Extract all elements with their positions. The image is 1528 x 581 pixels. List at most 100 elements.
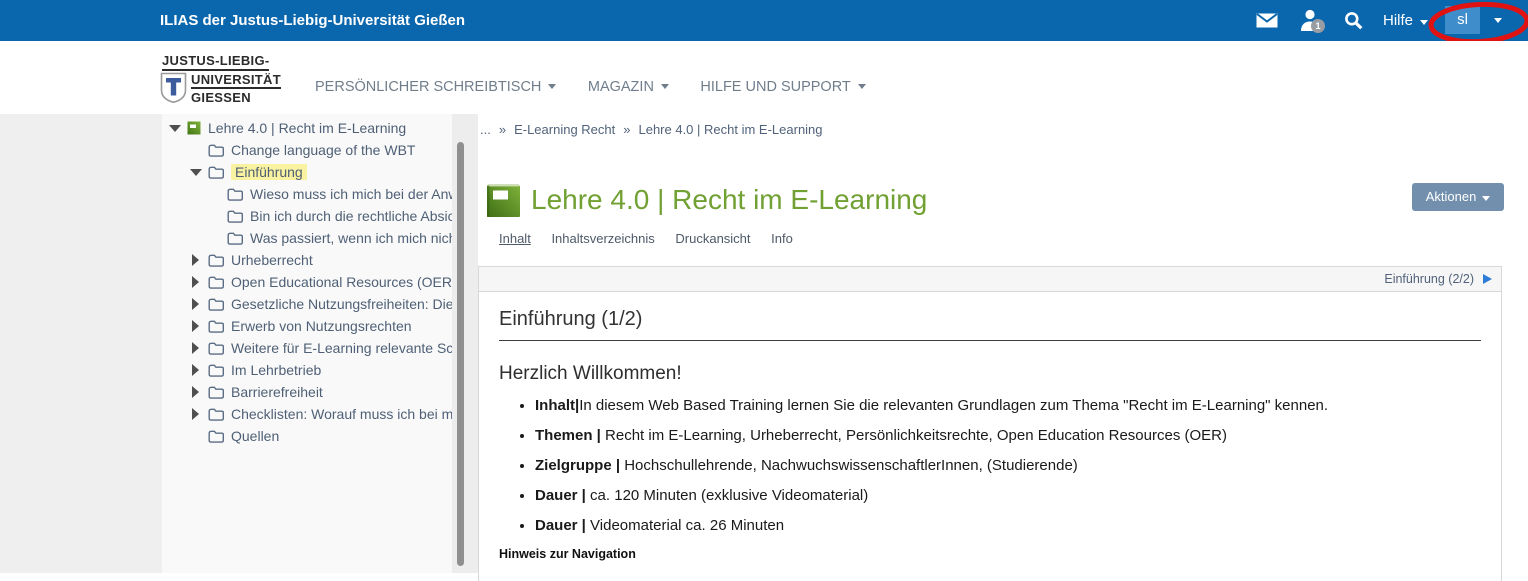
folder-icon (208, 342, 224, 355)
folder-icon (208, 364, 224, 377)
tree-item-label[interactable]: Weitere für E-Learning relevante Schutz (231, 340, 456, 356)
folder-icon (208, 386, 224, 399)
left-gutter (0, 114, 162, 573)
tree-item-label[interactable]: Gesetzliche Nutzungsfreiheiten: Die Sch (231, 296, 456, 312)
breadcrumb-current[interactable]: Lehre 4.0 | Recht im E-Learning (638, 122, 822, 137)
notification-badge: 1 (1311, 19, 1325, 33)
tree-item-label[interactable]: Checklisten: Worauf muss ich bei meine (231, 406, 456, 422)
chevron-down-icon (548, 84, 556, 89)
tree-item-root[interactable]: Lehre 4.0 | Recht im E-Learning (162, 117, 456, 139)
content-tree: Lehre 4.0 | Recht im E-Learning Change l… (162, 117, 456, 447)
tree-item-label[interactable]: Bin ich durch die rechtliche Absicher (250, 208, 456, 224)
tree-item[interactable]: Erwerb von Nutzungsrechten (162, 315, 456, 337)
info-bullet-list: Inhalt|In diesem Web Based Training lern… (499, 397, 1481, 534)
tree-item-label[interactable]: Change language of the WBT (231, 142, 415, 158)
nav-personal-desktop[interactable]: PERSÖNLICHER SCHREIBTISCH (315, 79, 556, 95)
tab-inhalt[interactable]: Inhalt (499, 231, 531, 246)
folder-icon (208, 276, 224, 289)
pager-bar: Einführung (2/2) (478, 266, 1502, 292)
help-menu[interactable]: Hilfe (1383, 0, 1428, 41)
tree-item[interactable]: Bin ich durch die rechtliche Absicher (162, 205, 456, 227)
expand-triangle-icon[interactable] (191, 254, 202, 266)
site-header: JUSTUS-LIEBIG- UNIVERSITÄT GIESSEN PERSÖ… (0, 41, 1528, 114)
tree-item[interactable]: Wieso muss ich mich bei der Anwend (162, 183, 456, 205)
folder-icon (227, 188, 243, 201)
search-icon[interactable] (1344, 11, 1363, 35)
folder-icon (208, 408, 224, 421)
tree-item[interactable]: Quellen (162, 425, 456, 447)
welcome-heading: Herzlich Willkommen! (499, 363, 1481, 385)
avatar-chevron-down-icon[interactable] (1494, 18, 1502, 23)
folder-icon (208, 320, 224, 333)
breadcrumb-ellipsis[interactable]: ... (480, 122, 491, 137)
expand-triangle-icon[interactable] (170, 122, 181, 134)
expand-triangle-icon[interactable] (191, 166, 202, 178)
tree-item[interactable]: Change language of the WBT (162, 139, 456, 161)
logo-line1: JUSTUS-LIEBIG- (162, 53, 269, 71)
university-logo[interactable]: JUSTUS-LIEBIG- UNIVERSITÄT GIESSEN (160, 53, 281, 106)
pager-next-label[interactable]: Einführung (2/2) (1384, 272, 1474, 286)
tab-info[interactable]: Info (771, 231, 793, 246)
nav-magazin[interactable]: MAGAZIN (588, 79, 669, 95)
tree-item-current[interactable]: Einführung (162, 161, 456, 183)
breadcrumb-link[interactable]: E-Learning Recht (514, 122, 615, 137)
tree-item-label[interactable]: Urheberrecht (231, 252, 313, 268)
folder-icon (227, 210, 243, 223)
actions-button[interactable]: Aktionen (1412, 183, 1504, 211)
tab-druckansicht[interactable]: Druckansicht (675, 231, 750, 246)
folder-icon (208, 298, 224, 311)
folder-icon (208, 166, 224, 179)
tree-item[interactable]: Gesetzliche Nutzungsfreiheiten: Die Sch (162, 293, 456, 315)
tree-item-label[interactable]: Im Lehrbetrieb (231, 362, 321, 378)
expander-placeholder (191, 430, 202, 442)
top-bar: ILIAS der Justus-Liebig-Universität Gieß… (0, 0, 1528, 41)
page-title: Lehre 4.0 | Recht im E-Learning (531, 184, 927, 216)
expand-triangle-icon[interactable] (191, 320, 202, 332)
mail-icon[interactable] (1256, 13, 1278, 33)
user-avatar[interactable]: sl (1445, 6, 1480, 34)
expand-triangle-icon[interactable] (191, 276, 202, 288)
tree-item[interactable]: Was passiert, wenn ich mich nicht an (162, 227, 456, 249)
folder-icon (227, 232, 243, 245)
list-item: Dauer | ca. 120 Minuten (exklusive Video… (535, 487, 1481, 504)
chevron-down-icon (1420, 20, 1428, 25)
tree-item-label[interactable]: Wieso muss ich mich bei der Anwend (250, 186, 456, 202)
page-content: Einführung (1/2) Herzlich Willkommen! In… (478, 292, 1502, 581)
learning-module-icon-large (486, 183, 521, 223)
expand-triangle-icon[interactable] (191, 364, 202, 376)
expand-triangle-icon[interactable] (191, 298, 202, 310)
tree-item-label-highlighted[interactable]: Einführung (231, 164, 307, 180)
tree-item-label[interactable]: Erwerb von Nutzungsrechten (231, 318, 412, 334)
tree-item-label[interactable]: Open Educational Resources (OER) - Wa (231, 274, 456, 290)
list-item: Themen | Recht im E-Learning, Urheberrec… (535, 427, 1481, 444)
list-item: Zielgruppe | Hochschullehrende, Nachwuch… (535, 457, 1481, 474)
next-page-arrow-icon[interactable] (1483, 274, 1492, 284)
tab-bar: Inhalt Inhaltsverzeichnis Druckansicht I… (499, 231, 810, 246)
tree-item[interactable]: Weitere für E-Learning relevante Schutz (162, 337, 456, 359)
breadcrumb: ...»E-Learning Recht»Lehre 4.0 | Recht i… (480, 122, 823, 137)
tree-item-label[interactable]: Barrierefreiheit (231, 384, 323, 400)
tab-inhaltsverzeichnis[interactable]: Inhaltsverzeichnis (551, 231, 654, 246)
tree-item-label[interactable]: Lehre 4.0 | Recht im E-Learning (208, 120, 406, 136)
tree-panel: Lehre 4.0 | Recht im E-Learning Change l… (162, 114, 478, 573)
list-item: Inhalt|In diesem Web Based Training lern… (535, 397, 1481, 414)
expand-triangle-icon[interactable] (191, 386, 202, 398)
ilias-page: ILIAS der Justus-Liebig-Universität Gieß… (0, 0, 1528, 581)
breadcrumb-separator: » (623, 122, 630, 137)
app-title: ILIAS der Justus-Liebig-Universität Gieß… (160, 0, 465, 41)
tree-scrollbar-thumb[interactable] (457, 142, 464, 566)
tree-item[interactable]: Urheberrecht (162, 249, 456, 271)
tree-item[interactable]: Im Lehrbetrieb (162, 359, 456, 381)
tree-item-label[interactable]: Quellen (231, 428, 279, 444)
tree-scrollbar-track[interactable] (452, 114, 478, 573)
tree-item-label[interactable]: Was passiert, wenn ich mich nicht an (250, 230, 456, 246)
expand-triangle-icon[interactable] (191, 408, 202, 420)
tree-item[interactable]: Checklisten: Worauf muss ich bei meine (162, 403, 456, 425)
logo-line2: UNIVERSITÄT (191, 72, 281, 89)
nav-help-support[interactable]: HILFE UND SUPPORT (700, 79, 865, 95)
list-item: Dauer | Videomaterial ca. 26 Minuten (535, 517, 1481, 534)
chevron-down-icon (1482, 196, 1490, 201)
tree-item[interactable]: Open Educational Resources (OER) - Wa (162, 271, 456, 293)
expand-triangle-icon[interactable] (191, 342, 202, 354)
tree-item[interactable]: Barrierefreiheit (162, 381, 456, 403)
